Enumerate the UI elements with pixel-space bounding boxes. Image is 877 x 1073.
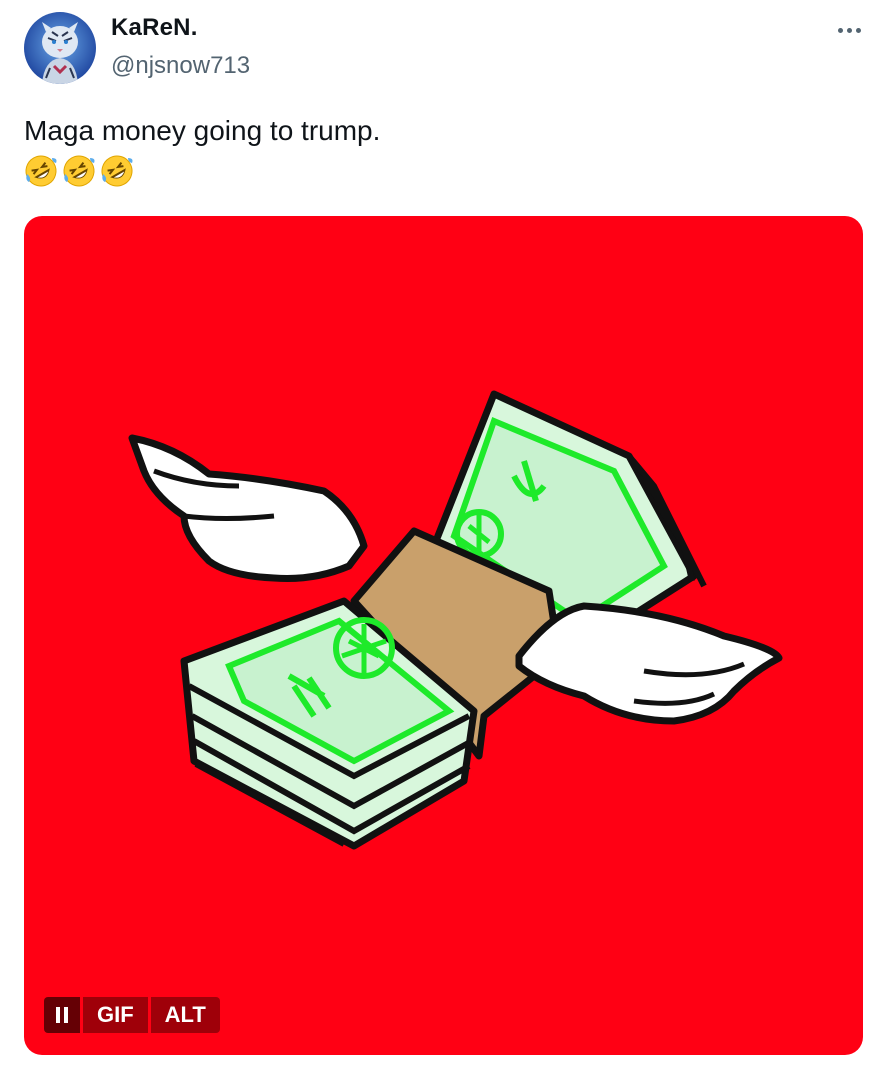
rolling-on-floor-laughing-emoji <box>101 155 133 187</box>
author-display-name[interactable]: KaReN. <box>111 14 198 42</box>
left-wing <box>128 434 368 582</box>
flying-money-illustration <box>128 390 783 850</box>
alt-text-button[interactable]: ALT <box>150 997 220 1033</box>
gif-media[interactable]: GIF ALT <box>24 216 863 1055</box>
avatar[interactable] <box>24 12 96 84</box>
pause-bar <box>64 1007 68 1023</box>
author-handle[interactable]: @njsnow713 <box>111 52 250 80</box>
tweet-text: Maga money going to trump. <box>24 115 381 146</box>
more-dots-icon <box>837 27 843 33</box>
rolling-on-floor-laughing-emoji <box>25 155 57 187</box>
pause-icon <box>56 1007 60 1023</box>
tiger-avatar-icon <box>24 12 96 84</box>
more-options-button[interactable] <box>829 12 869 48</box>
emoji-row <box>24 154 134 188</box>
more-dot <box>846 27 852 33</box>
rolling-on-floor-laughing-emoji <box>63 155 95 187</box>
tweet: KaReN. @njsnow713 Maga money going to tr… <box>0 0 877 1073</box>
pause-button[interactable] <box>44 997 80 1033</box>
more-dot <box>855 27 861 33</box>
media-controls: GIF ALT <box>44 997 220 1033</box>
gif-badge: GIF <box>83 997 148 1033</box>
